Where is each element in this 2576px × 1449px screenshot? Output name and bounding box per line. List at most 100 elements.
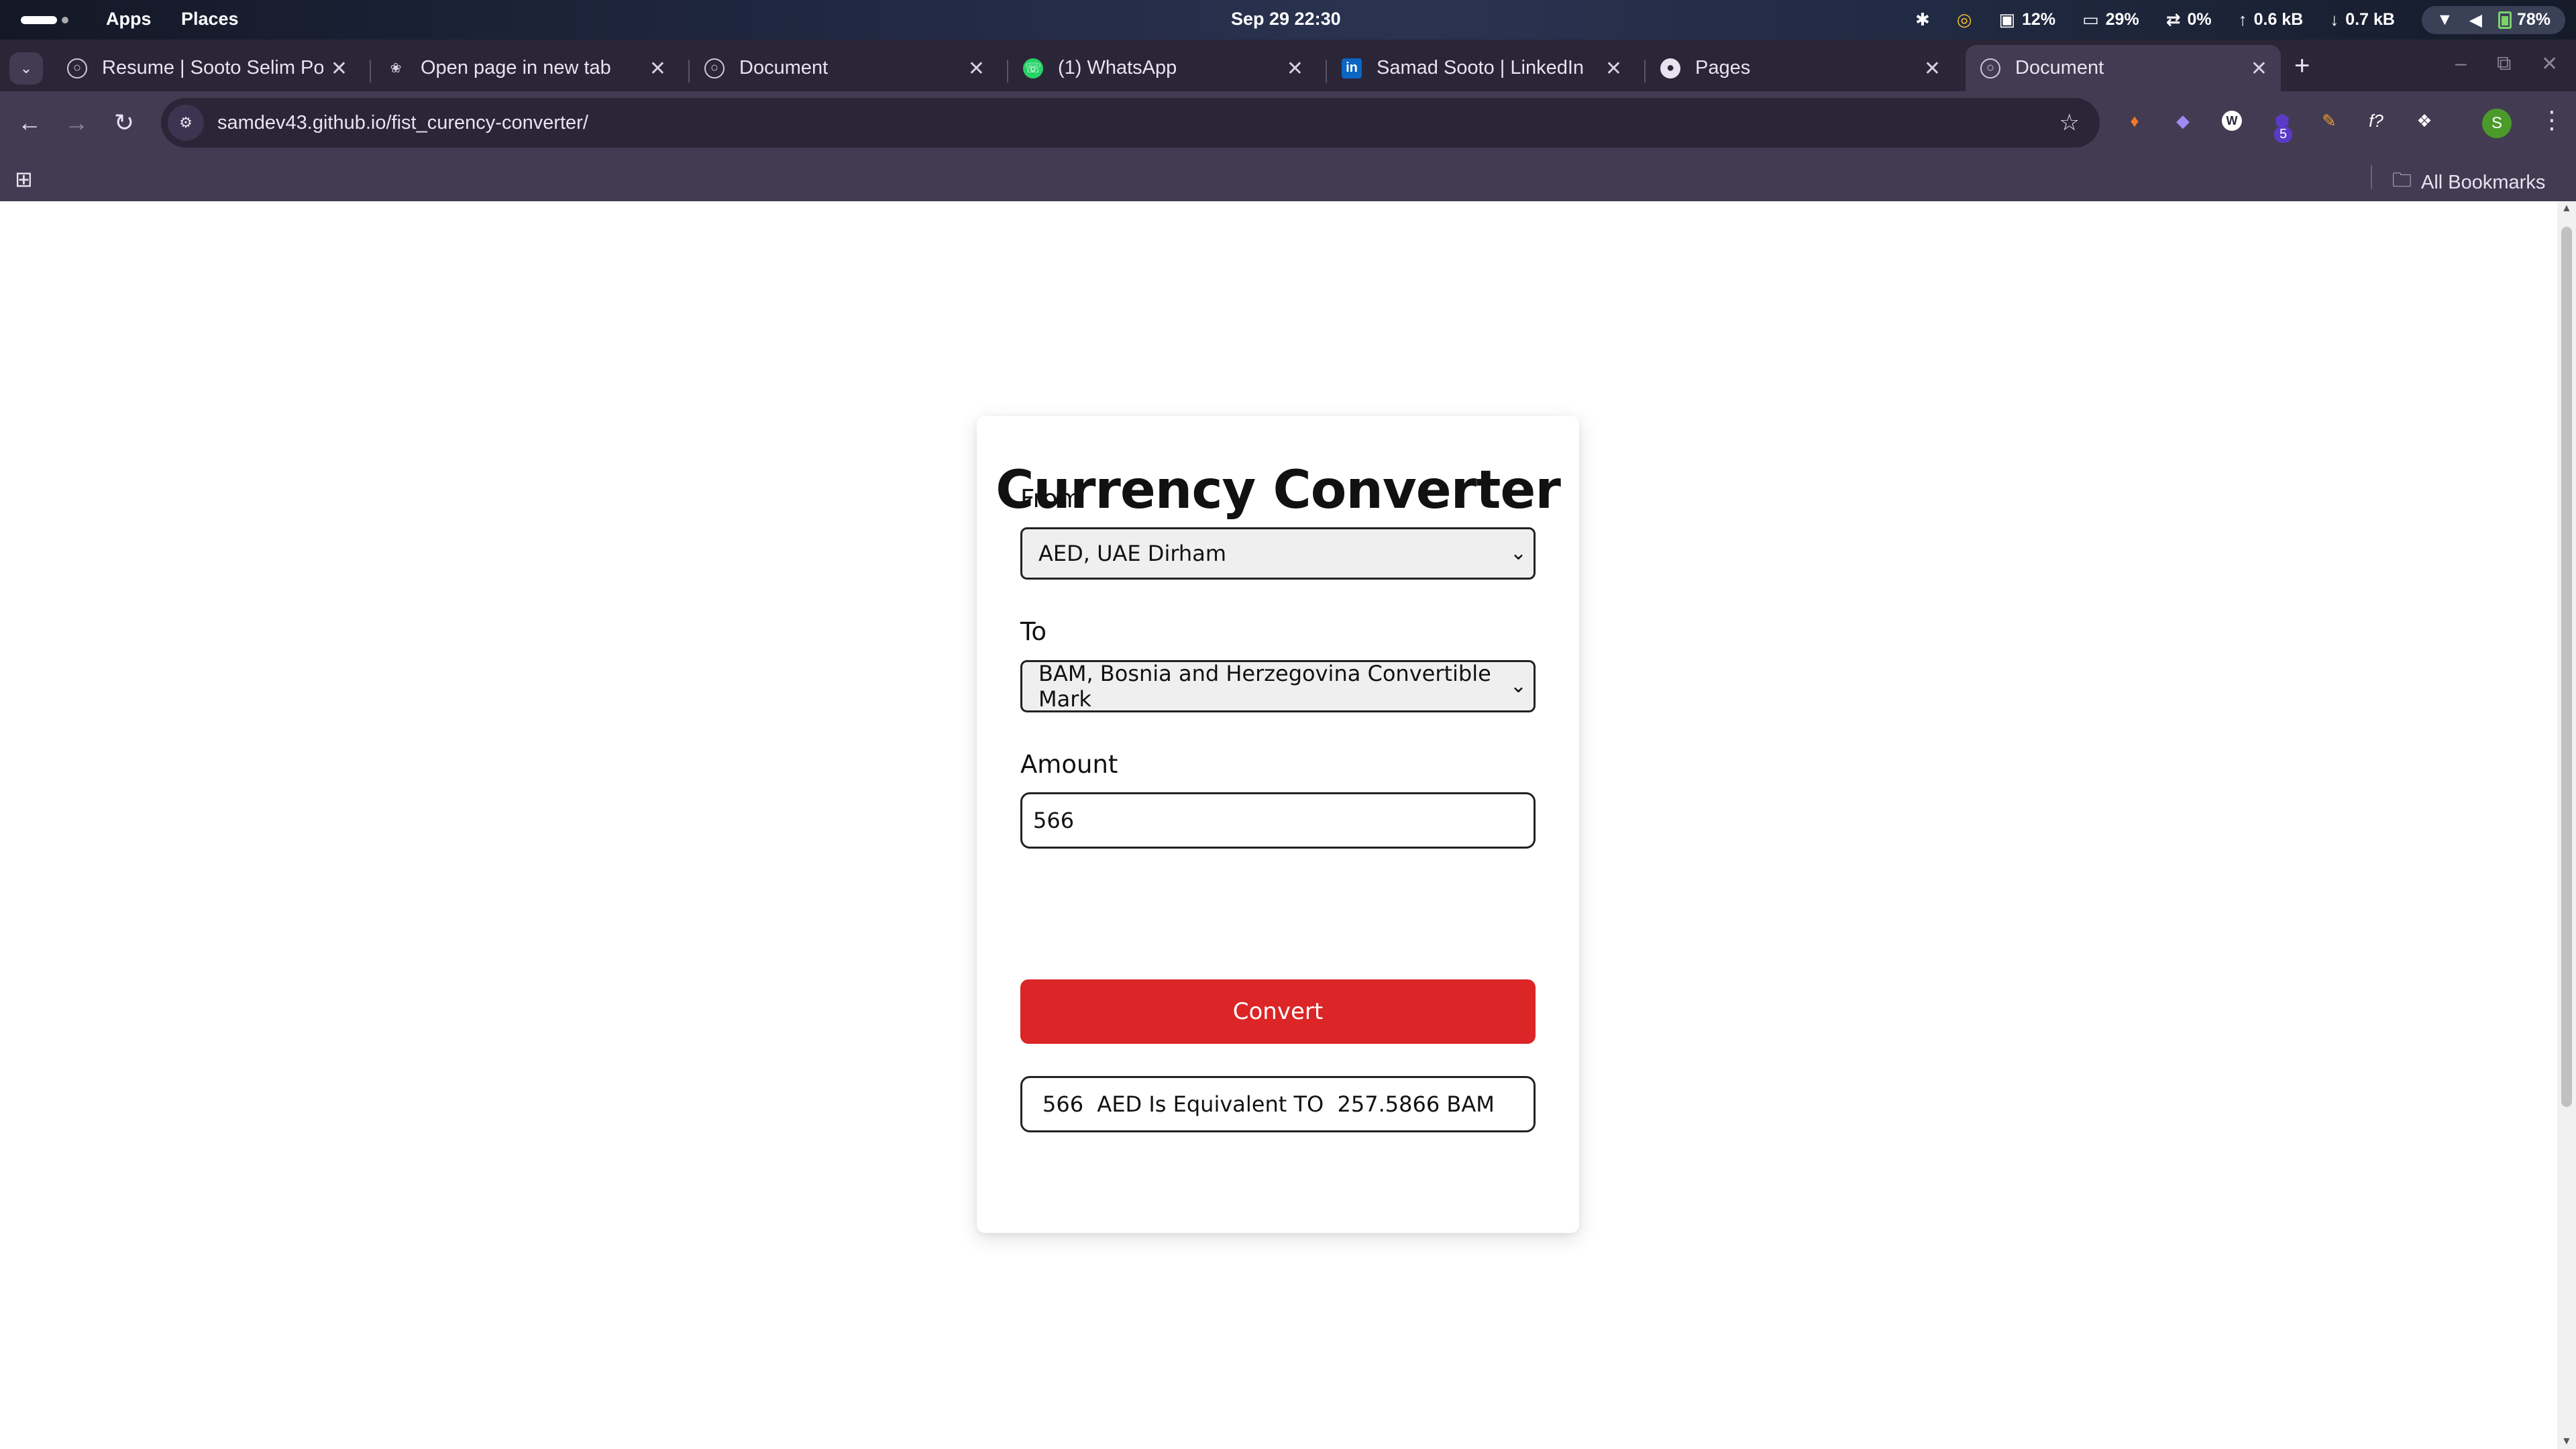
chevron-down-icon: ⌄	[1509, 541, 1527, 565]
memory-icon: ▭	[2082, 9, 2099, 30]
download-icon: ↓	[2330, 9, 2339, 30]
back-arrow-icon[interactable]: ←	[17, 109, 42, 137]
system-menu[interactable]: ▼ ◀ 78%	[2421, 5, 2565, 34]
workspace-dot	[62, 17, 68, 23]
copilot-extension-icon[interactable]: ◆	[2168, 106, 2198, 136]
tab-title: Pages	[1695, 57, 1751, 78]
tab-open-page[interactable]: ❀ Open page in new tab ✕	[371, 45, 680, 91]
to-label: To	[1020, 617, 1046, 646]
page-scrollbar[interactable]: ▲ ▼	[2557, 201, 2576, 1449]
address-bar[interactable]: ⚙ samdev43.github.io/fist_curency-conver…	[161, 98, 2100, 148]
url-text[interactable]: samdev43.github.io/fist_curency-converte…	[217, 112, 2059, 134]
tab-pages[interactable]: ● Pages ✕	[1646, 45, 1954, 91]
tab-title: (1) WhatsApp	[1058, 57, 1177, 78]
battery-level: 78%	[2516, 10, 2551, 29]
from-currency-select[interactable]: AED, UAE Dirham ⌄	[1020, 527, 1536, 580]
bluetooth-icon[interactable]: ✱	[1915, 9, 1930, 30]
globe-icon: ○	[704, 58, 724, 78]
close-icon[interactable]: ✕	[968, 57, 985, 80]
cpu-usage: 12%	[2022, 10, 2056, 29]
amount-label: Amount	[1020, 750, 1118, 779]
swap-usage: 0%	[2187, 10, 2212, 29]
from-label: From	[1020, 484, 1082, 513]
tab-search-button[interactable]: ⌄	[9, 52, 43, 85]
pen-extension-icon[interactable]: ✎	[2314, 106, 2344, 136]
battery-icon	[2498, 11, 2512, 29]
tab-linkedin[interactable]: in Samad Sooto | LinkedIn ✕	[1327, 45, 1635, 91]
from-currency-value: AED, UAE Dirham	[1038, 541, 1226, 566]
to-currency-value: BAM, Bosnia and Herzegovina Convertible …	[1038, 661, 1491, 712]
chatgpt-icon: ❀	[390, 61, 402, 76]
browser-toolbar: ← → ↻ ⚙ samdev43.github.io/fist_curency-…	[0, 91, 2576, 156]
globe-icon: ○	[1980, 58, 2000, 78]
net-download: 0.7 kB	[2345, 10, 2395, 29]
activities-indicator[interactable]	[21, 16, 57, 24]
apps-grid-icon[interactable]: ⊞	[15, 166, 33, 192]
swap-icon: ⇄	[2165, 9, 2181, 30]
to-currency-select[interactable]: BAM, Bosnia and Herzegovina Convertible …	[1020, 660, 1536, 712]
convert-button[interactable]: Convert	[1020, 979, 1536, 1044]
clock[interactable]: Sep 29 22:30	[1231, 9, 1341, 30]
bookmarks-bar: ⊞ 🗀 All Bookmarks	[0, 156, 2576, 201]
chevron-down-icon: ⌄	[1509, 674, 1527, 698]
amount-input[interactable]: 566	[1020, 792, 1536, 849]
amount-value: 566	[1033, 808, 1075, 833]
close-icon[interactable]: ✕	[2251, 57, 2267, 80]
close-icon[interactable]: ✕	[1924, 57, 1941, 80]
tab-whatsapp[interactable]: ☏ (1) WhatsApp ✕	[1008, 45, 1317, 91]
page-viewport: Currency Converter From AED, UAE Dirham …	[0, 201, 2557, 1449]
cpu-icon: ▣	[1998, 9, 2016, 30]
reload-icon[interactable]: ↻	[114, 109, 134, 137]
tab-document-active[interactable]: ○ Document ✕	[1966, 45, 2281, 91]
close-icon[interactable]: ✕	[1605, 57, 1622, 80]
wordtune-extension-icon[interactable]: W	[2222, 111, 2242, 131]
more-menu-icon[interactable]: ⋮	[2540, 106, 2564, 134]
apps-menu[interactable]: Apps	[106, 9, 152, 30]
tab-strip: ⌄ ○ Resume | Sooto Selim Po ✕ ❀ Open pag…	[0, 40, 2576, 91]
system-tray: ✱ ◎ ▣ 12% ▭ 29% ⇄ 0% ↑ 0.6 kB ↓ 0.7 kB ▼ ◀ 78…	[1915, 0, 2576, 40]
converter-card: Currency Converter From AED, UAE Dirham …	[977, 416, 1579, 1233]
chevron-down-icon: ⌄	[19, 60, 33, 76]
close-icon[interactable]: ✕	[649, 57, 666, 80]
memory-usage: 29%	[2105, 10, 2139, 29]
tab-title: Document	[2015, 57, 2104, 78]
close-icon[interactable]: ✕	[331, 57, 347, 80]
new-tab-button[interactable]: +	[2294, 51, 2310, 81]
tab-title: Open page in new tab	[421, 57, 611, 78]
extension-badge: 5	[2274, 126, 2293, 143]
os-top-bar: Apps Places Sep 29 22:30 ✱ ◎ ▣ 12% ▭ 29% ⇄…	[0, 0, 2576, 40]
result-output: 566 AED Is Equivalent TO 257.5866 BAM	[1020, 1076, 1536, 1132]
volume-icon: ◀	[2469, 10, 2482, 30]
tab-title: Samad Sooto | LinkedIn	[1377, 57, 1585, 78]
metamask-extension-icon[interactable]: ♦	[2120, 106, 2149, 136]
all-bookmarks-label: All Bookmarks	[2421, 172, 2546, 193]
chrome-icon[interactable]: ◎	[1957, 9, 1972, 30]
tab-resume[interactable]: ○ Resume | Sooto Selim Po ✕	[52, 45, 361, 91]
scroll-down-icon[interactable]: ▼	[2561, 1436, 2572, 1448]
tab-title: Document	[739, 57, 828, 78]
forward-arrow-icon[interactable]: →	[64, 109, 89, 137]
window-close-icon[interactable]: ✕	[2541, 52, 2558, 76]
formula-extension-icon[interactable]: f?	[2361, 106, 2391, 136]
scrollbar-thumb[interactable]	[2561, 227, 2572, 1107]
maximize-icon[interactable]: ⧉	[2497, 52, 2511, 75]
puzzle-extensions-icon[interactable]: ❖	[2410, 106, 2439, 136]
globe-icon: ○	[67, 58, 87, 78]
whatsapp-icon: ☏	[1023, 58, 1043, 78]
linkedin-icon: in	[1342, 58, 1362, 78]
github-icon: ●	[1660, 58, 1680, 78]
places-menu[interactable]: Places	[181, 9, 239, 30]
minimize-icon[interactable]: –	[2455, 52, 2467, 75]
tab-document-1[interactable]: ○ Document ✕	[690, 45, 998, 91]
profile-avatar[interactable]: S	[2482, 109, 2512, 138]
tab-title: Resume | Sooto Selim Po	[102, 57, 323, 78]
upload-icon: ↑	[2238, 9, 2247, 30]
close-icon[interactable]: ✕	[1287, 57, 1303, 80]
folder-icon: 🗀	[2392, 170, 2412, 191]
bookmark-star-icon[interactable]: ☆	[2059, 109, 2080, 136]
all-bookmarks-button[interactable]: 🗀 All Bookmarks	[2392, 166, 2545, 199]
site-info-icon[interactable]: ⚙	[168, 105, 204, 141]
net-upload: 0.6 kB	[2253, 10, 2304, 29]
scroll-up-icon[interactable]: ▲	[2561, 203, 2572, 215]
wifi-icon: ▼	[2436, 10, 2453, 29]
